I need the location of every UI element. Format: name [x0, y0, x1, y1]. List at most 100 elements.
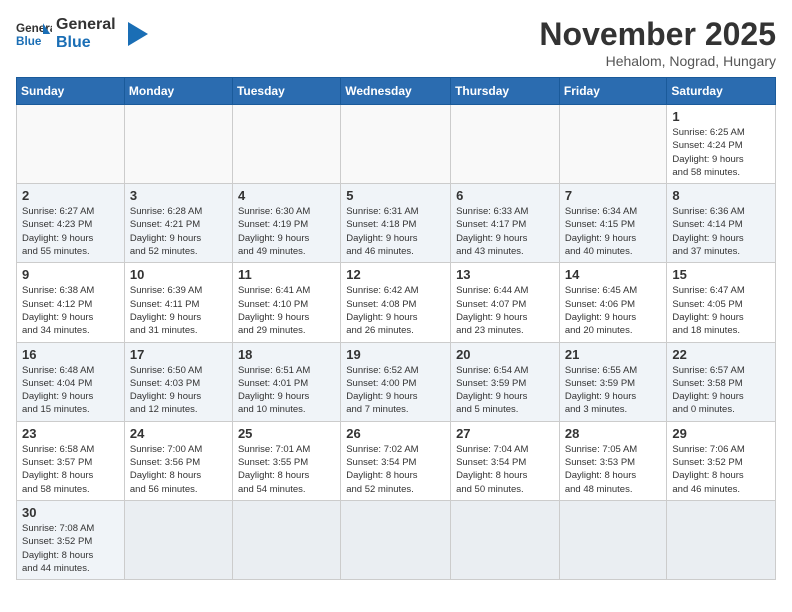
day-number: 10 — [130, 267, 227, 282]
calendar-day-cell — [124, 105, 232, 184]
calendar-day-cell — [451, 500, 560, 579]
day-info: Sunrise: 6:50 AM Sunset: 4:03 PM Dayligh… — [130, 364, 227, 417]
day-number: 21 — [565, 347, 662, 362]
day-number: 19 — [346, 347, 445, 362]
calendar-day-cell: 21 Sunrise: 6:55 AM Sunset: 3:59 PM Dayli… — [559, 342, 667, 421]
day-info: Sunrise: 6:41 AM Sunset: 4:10 PM Dayligh… — [238, 284, 335, 337]
title-section: November 2025 Hehalom, Nograd, Hungary — [539, 16, 776, 69]
day-info: Sunrise: 7:01 AM Sunset: 3:55 PM Dayligh… — [238, 443, 335, 496]
day-info: Sunrise: 7:04 AM Sunset: 3:54 PM Dayligh… — [456, 443, 554, 496]
day-info: Sunrise: 6:55 AM Sunset: 3:59 PM Dayligh… — [565, 364, 662, 417]
logo-blue: Blue — [56, 34, 116, 52]
calendar-day-cell: 15 Sunrise: 6:47 AM Sunset: 4:05 PM Dayli… — [667, 263, 776, 342]
calendar-week-row: 30Sunrise: 7:08 AM Sunset: 3:52 PM Dayli… — [17, 500, 776, 579]
calendar-day-cell: 8 Sunrise: 6:36 AM Sunset: 4:14 PM Daylig… — [667, 184, 776, 263]
day-number: 20 — [456, 347, 554, 362]
day-number: 3 — [130, 188, 227, 203]
day-number: 18 — [238, 347, 335, 362]
calendar-week-row: 16 Sunrise: 6:48 AM Sunset: 4:04 PM Dayli… — [17, 342, 776, 421]
weekday-header-saturday: Saturday — [667, 78, 776, 105]
calendar-day-cell: 20 Sunrise: 6:54 AM Sunset: 3:59 PM Dayli… — [451, 342, 560, 421]
day-info: Sunrise: 6:39 AM Sunset: 4:11 PM Dayligh… — [130, 284, 227, 337]
calendar-day-cell: 11Sunrise: 6:41 AM Sunset: 4:10 PM Dayli… — [232, 263, 340, 342]
day-number: 2 — [22, 188, 119, 203]
day-number: 22 — [672, 347, 770, 362]
day-info: Sunrise: 6:25 AM Sunset: 4:24 PM Dayligh… — [672, 126, 770, 179]
calendar-day-cell: 5 Sunrise: 6:31 AM Sunset: 4:18 PM Daylig… — [341, 184, 451, 263]
day-number: 6 — [456, 188, 554, 203]
day-info: Sunrise: 6:51 AM Sunset: 4:01 PM Dayligh… — [238, 364, 335, 417]
day-info: Sunrise: 6:57 AM Sunset: 3:58 PM Dayligh… — [672, 364, 770, 417]
logo-icon: General Blue — [16, 16, 52, 52]
weekday-header-tuesday: Tuesday — [232, 78, 340, 105]
day-number: 7 — [565, 188, 662, 203]
day-info: Sunrise: 6:44 AM Sunset: 4:07 PM Dayligh… — [456, 284, 554, 337]
day-info: Sunrise: 6:58 AM Sunset: 3:57 PM Dayligh… — [22, 443, 119, 496]
day-info: Sunrise: 6:42 AM Sunset: 4:08 PM Dayligh… — [346, 284, 445, 337]
calendar-day-cell — [667, 500, 776, 579]
day-info: Sunrise: 6:28 AM Sunset: 4:21 PM Dayligh… — [130, 205, 227, 258]
weekday-header-wednesday: Wednesday — [341, 78, 451, 105]
calendar-day-cell: 29Sunrise: 7:06 AM Sunset: 3:52 PM Dayli… — [667, 421, 776, 500]
calendar-day-cell: 19 Sunrise: 6:52 AM Sunset: 4:00 PM Dayli… — [341, 342, 451, 421]
logo-general: General — [56, 16, 116, 34]
calendar-week-row: 9Sunrise: 6:38 AM Sunset: 4:12 PM Daylig… — [17, 263, 776, 342]
day-number: 17 — [130, 347, 227, 362]
day-number: 29 — [672, 426, 770, 441]
calendar-day-cell — [341, 500, 451, 579]
day-info: Sunrise: 7:02 AM Sunset: 3:54 PM Dayligh… — [346, 443, 445, 496]
day-number: 4 — [238, 188, 335, 203]
weekday-header-thursday: Thursday — [451, 78, 560, 105]
day-number: 12 — [346, 267, 445, 282]
day-number: 8 — [672, 188, 770, 203]
calendar-day-cell — [232, 105, 340, 184]
day-number: 23 — [22, 426, 119, 441]
logo-triangle-icon — [120, 18, 152, 50]
weekday-header-sunday: Sunday — [17, 78, 125, 105]
weekday-header-row: SundayMondayTuesdayWednesdayThursdayFrid… — [17, 78, 776, 105]
page-header: General Blue General Blue November 2025 … — [16, 16, 776, 69]
calendar-day-cell — [17, 105, 125, 184]
day-info: Sunrise: 6:52 AM Sunset: 4:00 PM Dayligh… — [346, 364, 445, 417]
day-number: 16 — [22, 347, 119, 362]
calendar-day-cell — [232, 500, 340, 579]
day-info: Sunrise: 7:08 AM Sunset: 3:52 PM Dayligh… — [22, 522, 119, 575]
day-number: 1 — [672, 109, 770, 124]
day-number: 24 — [130, 426, 227, 441]
calendar-day-cell: 7 Sunrise: 6:34 AM Sunset: 4:15 PM Daylig… — [559, 184, 667, 263]
day-info: Sunrise: 6:34 AM Sunset: 4:15 PM Dayligh… — [565, 205, 662, 258]
day-number: 26 — [346, 426, 445, 441]
day-info: Sunrise: 6:33 AM Sunset: 4:17 PM Dayligh… — [456, 205, 554, 258]
day-info: Sunrise: 6:45 AM Sunset: 4:06 PM Dayligh… — [565, 284, 662, 337]
day-info: Sunrise: 6:31 AM Sunset: 4:18 PM Dayligh… — [346, 205, 445, 258]
calendar-day-cell: 1 Sunrise: 6:25 AM Sunset: 4:24 PM Daylig… — [667, 105, 776, 184]
day-info: Sunrise: 6:36 AM Sunset: 4:14 PM Dayligh… — [672, 205, 770, 258]
calendar-day-cell: 25 Sunrise: 7:01 AM Sunset: 3:55 PM Dayli… — [232, 421, 340, 500]
calendar-day-cell — [559, 500, 667, 579]
day-info: Sunrise: 6:47 AM Sunset: 4:05 PM Dayligh… — [672, 284, 770, 337]
calendar-day-cell: 6 Sunrise: 6:33 AM Sunset: 4:17 PM Daylig… — [451, 184, 560, 263]
calendar-day-cell: 16 Sunrise: 6:48 AM Sunset: 4:04 PM Dayli… — [17, 342, 125, 421]
calendar-day-cell: 10 Sunrise: 6:39 AM Sunset: 4:11 PM Dayli… — [124, 263, 232, 342]
calendar-day-cell: 22 Sunrise: 6:57 AM Sunset: 3:58 PM Dayli… — [667, 342, 776, 421]
logo: General Blue General Blue — [16, 16, 152, 52]
calendar-day-cell: 27Sunrise: 7:04 AM Sunset: 3:54 PM Dayli… — [451, 421, 560, 500]
location-subtitle: Hehalom, Nograd, Hungary — [539, 53, 776, 69]
day-info: Sunrise: 6:27 AM Sunset: 4:23 PM Dayligh… — [22, 205, 119, 258]
calendar-day-cell — [559, 105, 667, 184]
day-number: 15 — [672, 267, 770, 282]
calendar-table: SundayMondayTuesdayWednesdayThursdayFrid… — [16, 77, 776, 580]
calendar-day-cell: 18 Sunrise: 6:51 AM Sunset: 4:01 PM Dayli… — [232, 342, 340, 421]
calendar-day-cell — [124, 500, 232, 579]
day-number: 25 — [238, 426, 335, 441]
calendar-week-row: 1 Sunrise: 6:25 AM Sunset: 4:24 PM Daylig… — [17, 105, 776, 184]
day-info: Sunrise: 6:54 AM Sunset: 3:59 PM Dayligh… — [456, 364, 554, 417]
day-number: 9 — [22, 267, 119, 282]
day-info: Sunrise: 6:48 AM Sunset: 4:04 PM Dayligh… — [22, 364, 119, 417]
day-info: Sunrise: 7:00 AM Sunset: 3:56 PM Dayligh… — [130, 443, 227, 496]
calendar-week-row: 23 Sunrise: 6:58 AM Sunset: 3:57 PM Dayli… — [17, 421, 776, 500]
calendar-day-cell: 2 Sunrise: 6:27 AM Sunset: 4:23 PM Daylig… — [17, 184, 125, 263]
calendar-week-row: 2 Sunrise: 6:27 AM Sunset: 4:23 PM Daylig… — [17, 184, 776, 263]
month-year-title: November 2025 — [539, 16, 776, 53]
day-number: 5 — [346, 188, 445, 203]
